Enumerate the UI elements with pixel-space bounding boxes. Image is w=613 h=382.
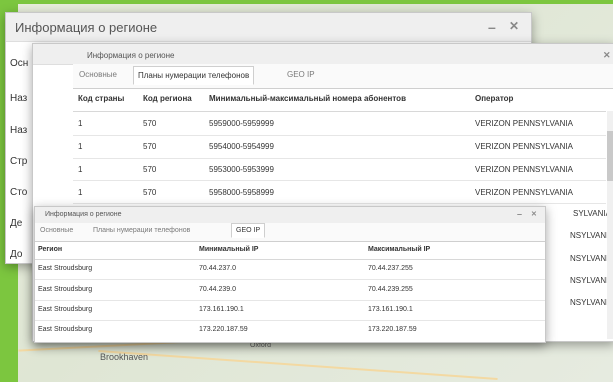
table-cell: 173.161.190.1 <box>368 306 413 313</box>
table-cell: 5958000-5958999 <box>209 188 274 197</box>
close-icon[interactable]: ✕ <box>509 19 519 33</box>
table-cell: East Stroudsburg <box>38 265 93 272</box>
table-cell: 570 <box>143 188 157 197</box>
field-label-fragment: Сто <box>10 187 28 198</box>
tab-geo-ip[interactable]: GEO IP <box>231 223 266 238</box>
table-cell: 1 <box>78 165 83 174</box>
table-row[interactable]: East Stroudsburg 70.44.239.0 70.44.239.2… <box>35 279 545 301</box>
field-label-fragment: Стр <box>10 156 28 167</box>
window-title: Информация о регионе <box>45 211 122 218</box>
tab-bar: Основные Планы нумерации телефонов GEO I… <box>35 223 545 242</box>
table-row[interactable]: East Stroudsburg 173.161.190.1 173.161.1… <box>35 300 545 321</box>
region-info-window-geo-ip: Информация о регионе – ✕ Основные Планы … <box>34 206 546 343</box>
table-cell: VERIZON PENNSYLVANIA <box>475 142 573 151</box>
table-cell: 1 <box>78 188 83 197</box>
table-cell: 70.44.239.0 <box>199 286 236 293</box>
tab-main[interactable]: Основные <box>79 70 117 79</box>
table-row[interactable]: East Stroudsburg 173.220.187.59 173.220.… <box>35 320 545 340</box>
table-cell: East Stroudsburg <box>38 286 93 293</box>
tab-phone-plans[interactable]: Планы нумерации телефонов <box>133 66 255 85</box>
table-cell: 1 <box>78 119 83 128</box>
table-cell: 5953000-5953999 <box>209 165 274 174</box>
table-cell: 570 <box>143 119 157 128</box>
tab-geo-ip[interactable]: GEO IP <box>287 70 315 79</box>
column-header[interactable]: Максимальный IP <box>368 246 430 253</box>
field-label-fragment: Наз <box>10 93 28 104</box>
map-road <box>98 350 498 380</box>
table-header: Код страны Код региона Минимальный-макси… <box>73 88 606 112</box>
table-cell: 70.44.239.255 <box>368 286 413 293</box>
scrollbar-thumb[interactable] <box>607 131 613 181</box>
window-titlebar[interactable]: Информация о регионе – ✕ <box>6 13 531 42</box>
tab-phone-plans[interactable]: Планы нумерации телефонов <box>93 227 190 234</box>
table-row[interactable]: 1 570 5954000-5954999 VERIZON PENNSYLVAN… <box>73 135 606 159</box>
field-label-fragment: Осн <box>10 58 29 69</box>
window-titlebar[interactable]: Информация о регионе ✕ <box>33 44 613 65</box>
table-cell: 5954000-5954999 <box>209 142 274 151</box>
field-label-fragment: Наз <box>10 125 28 136</box>
table-cell: 5959000-5959999 <box>209 119 274 128</box>
column-header[interactable]: Минимальный IP <box>199 246 258 253</box>
map-label: Brookhaven <box>100 352 149 362</box>
column-header[interactable]: Регион <box>38 246 62 253</box>
table-cell: VERIZON PENNSYLVANIA <box>475 119 573 128</box>
table-cell: 70.44.237.0 <box>199 265 236 272</box>
table-cell: East Stroudsburg <box>38 306 93 313</box>
table-cell: 173.161.190.1 <box>199 306 244 313</box>
table-cell: 70.44.237.255 <box>368 265 413 272</box>
table-row[interactable]: 1 570 5953000-5953999 VERIZON PENNSYLVAN… <box>73 158 606 181</box>
field-label-fragment: Де <box>10 218 23 229</box>
close-icon[interactable]: ✕ <box>603 50 611 61</box>
column-header[interactable]: Минимальный-максимальный номера абоненто… <box>209 94 406 103</box>
tab-main[interactable]: Основные <box>40 227 73 234</box>
minimize-icon[interactable]: – <box>517 209 522 219</box>
table-body: East Stroudsburg 70.44.237.0 70.44.237.2… <box>35 259 545 342</box>
scrollbar[interactable] <box>607 111 613 339</box>
column-header[interactable]: Код страны <box>78 94 124 103</box>
table-cell-partial: SYLVANIA <box>573 209 611 218</box>
map-label: Oxford <box>250 342 272 349</box>
table-cell: East Stroudsburg <box>38 326 93 333</box>
table-row[interactable]: 1 570 5959000-5959999 VERIZON PENNSYLVAN… <box>73 111 606 136</box>
table-cell: 173.220.187.59 <box>368 326 417 333</box>
field-label-fragment: До <box>10 249 23 260</box>
table-cell: 570 <box>143 142 157 151</box>
window-title: Информация о регионе <box>87 51 175 60</box>
tab-bar: Основные Планы нумерации телефонов GEO I… <box>73 64 613 89</box>
table-row[interactable]: 1 570 5958000-5958999 VERIZON PENNSYLVAN… <box>73 180 606 204</box>
table-row[interactable]: East Stroudsburg 70.44.237.0 70.44.237.2… <box>35 259 545 280</box>
column-header[interactable]: Оператор <box>475 94 513 103</box>
window-title: Информация о регионе <box>15 20 158 35</box>
table-cell: 1 <box>78 142 83 151</box>
close-icon[interactable]: ✕ <box>531 210 537 218</box>
table-cell: VERIZON PENNSYLVANIA <box>475 188 573 197</box>
table-header: Регион Минимальный IP Максимальный IP <box>35 241 545 260</box>
window-titlebar[interactable]: Информация о регионе – ✕ <box>35 207 545 224</box>
minimize-icon[interactable]: – <box>488 19 496 35</box>
table-cell: 173.220.187.59 <box>199 326 248 333</box>
table-cell: 570 <box>143 165 157 174</box>
table-cell: VERIZON PENNSYLVANIA <box>475 165 573 174</box>
column-header[interactable]: Код региона <box>143 94 192 103</box>
